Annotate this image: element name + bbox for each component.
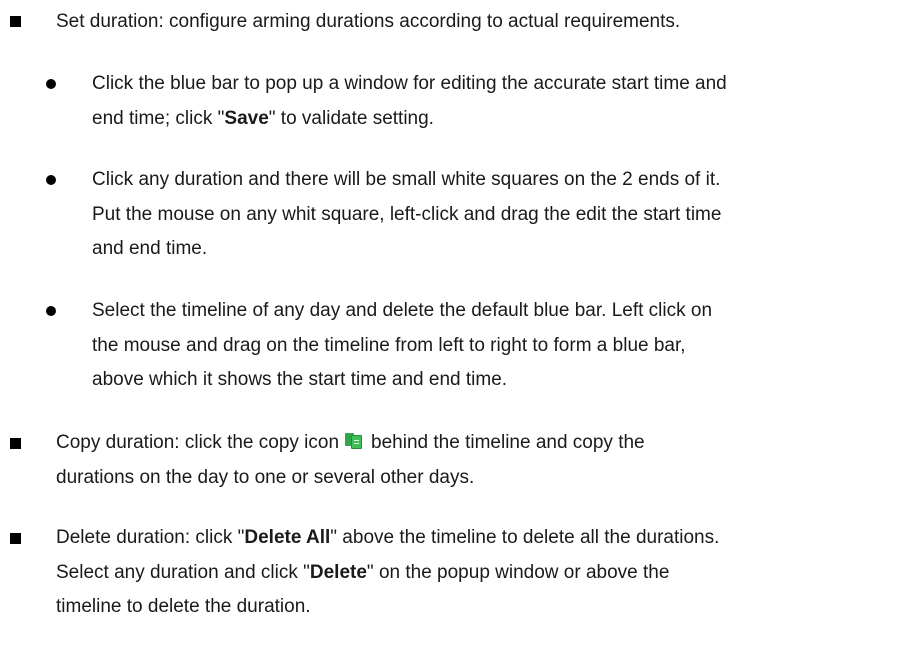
delete-label: Delete bbox=[309, 561, 367, 583]
text-line: Set duration: configure arming durations… bbox=[56, 11, 681, 32]
text-line: Select the timeline of any day and delet… bbox=[92, 300, 713, 321]
sub-item-click-blue-bar: Click the blue bar to pop up a window fo… bbox=[92, 67, 727, 136]
text-line: Put the mouse on any whit square, left-c… bbox=[92, 203, 722, 225]
square-bullet-icon bbox=[10, 438, 21, 449]
bullet-item-copy-duration: Copy duration: click the copy icon behind… bbox=[56, 426, 645, 495]
text-line: durations on the day to one or several o… bbox=[56, 466, 475, 488]
bullet-item-set-duration: Set duration: configure arming durations… bbox=[56, 5, 680, 40]
text-line: Delete duration: click "Delete All" abov… bbox=[56, 527, 720, 548]
sub-item-click-any-duration: Click any duration and there will be sma… bbox=[92, 163, 721, 267]
square-bullet-icon bbox=[10, 533, 21, 544]
round-bullet-icon bbox=[46, 79, 56, 89]
text-line: end time; click "Save" to validate setti… bbox=[92, 107, 434, 129]
text-line: the mouse and drag on the timeline from … bbox=[92, 334, 686, 356]
text-line: timeline to delete the duration. bbox=[56, 596, 311, 617]
bullet-item-delete-duration: Delete duration: click "Delete All" abov… bbox=[56, 521, 719, 625]
text-line: Select any duration and click "Delete" o… bbox=[56, 561, 670, 583]
text-line: Click the blue bar to pop up a window fo… bbox=[92, 73, 727, 94]
copy-icon bbox=[345, 432, 363, 449]
round-bullet-icon bbox=[46, 175, 56, 185]
save-label: Save bbox=[224, 107, 269, 129]
text-line: Click any duration and there will be sma… bbox=[92, 169, 721, 190]
delete-all-label: Delete All bbox=[244, 527, 331, 548]
document-page: Set duration: configure arming durations… bbox=[0, 0, 897, 655]
text-line: Copy duration: click the copy icon behind… bbox=[56, 432, 645, 453]
sub-item-select-timeline: Select the timeline of any day and delet… bbox=[92, 294, 712, 398]
round-bullet-icon bbox=[46, 306, 56, 316]
text-line: above which it shows the start time and … bbox=[92, 369, 508, 390]
square-bullet-icon bbox=[10, 16, 21, 27]
text-line: and end time. bbox=[92, 238, 208, 259]
